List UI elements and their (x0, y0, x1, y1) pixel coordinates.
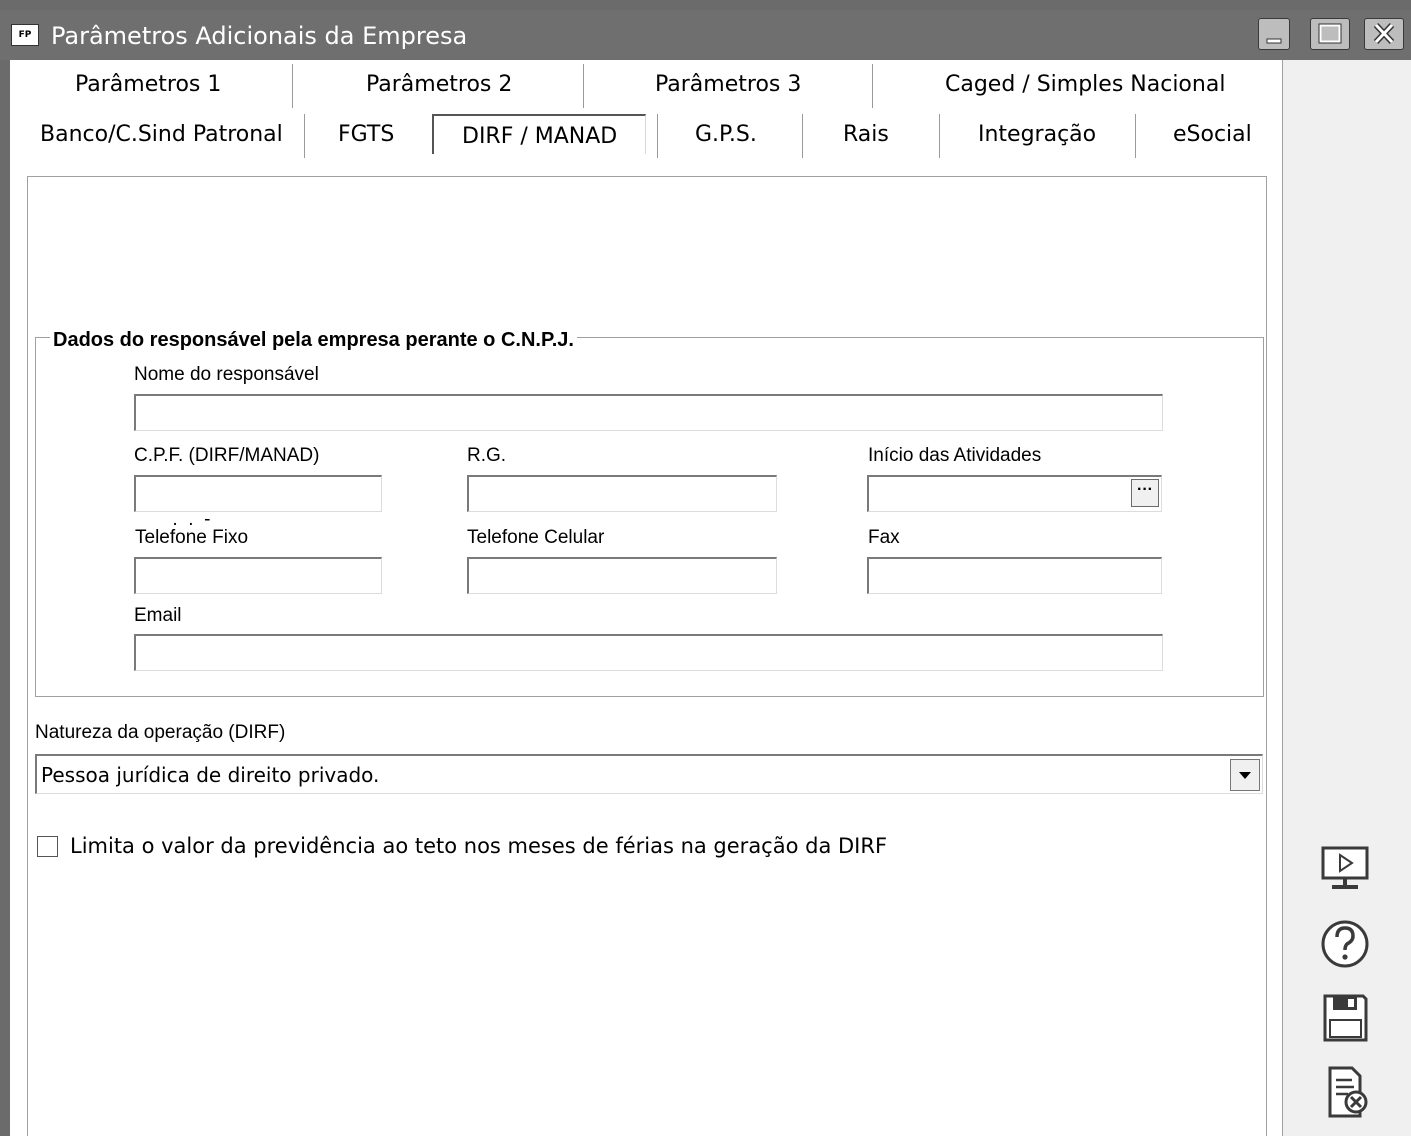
cancel-document-icon[interactable] (1316, 1064, 1374, 1120)
tab-separator (657, 114, 658, 158)
chevron-down-icon (1239, 772, 1251, 779)
minimize-button[interactable] (1258, 18, 1290, 50)
tab-parametros-2[interactable]: Parâmetros 2 (366, 70, 512, 100)
tab-rais[interactable]: Rais (843, 120, 889, 150)
nome-responsavel-input[interactable] (146, 400, 1152, 426)
nome-responsavel-field[interactable] (134, 394, 1163, 431)
side-action-panel (1282, 60, 1411, 1136)
limita-teto-label[interactable]: Limita o valor da previdência ao teto no… (70, 830, 887, 862)
rg-field[interactable] (467, 475, 777, 512)
tab-separator (1135, 114, 1136, 158)
inicio-atividades-field[interactable]: ··· (867, 475, 1162, 512)
natureza-operacao-value: Pessoa jurídica de direito privado. (41, 763, 380, 787)
tab-separator (872, 64, 873, 108)
close-button[interactable] (1364, 18, 1404, 50)
tab-separator (304, 114, 305, 158)
email-label: Email (134, 605, 182, 626)
cpf-field[interactable]: . . - (134, 475, 382, 530)
inicio-atividades-label: Início das Atividades (868, 445, 1042, 466)
fax-field[interactable] (867, 557, 1162, 594)
tab-separator (292, 64, 293, 108)
nome-responsavel-label: Nome do responsável (134, 364, 319, 385)
date-picker-button[interactable]: ··· (1131, 479, 1159, 507)
tab-dirf-manad[interactable]: DIRF / MANAD (462, 122, 617, 152)
dropdown-button[interactable] (1230, 759, 1260, 791)
help-icon[interactable] (1316, 916, 1374, 972)
tab-esocial[interactable]: eSocial (1173, 120, 1252, 150)
close-icon (1373, 22, 1395, 45)
groupbox-title: Dados do responsável pela empresa perant… (50, 328, 577, 352)
tab-parametros-1[interactable]: Parâmetros 1 (75, 70, 221, 100)
cpf-label: C.P.F. (DIRF/MANAD) (134, 445, 320, 466)
tab-separator (583, 64, 584, 108)
tab-banco-sind-patronal[interactable]: Banco/C.Sind Patronal (40, 120, 283, 150)
maximize-icon (1318, 23, 1342, 44)
window-title: Parâmetros Adicionais da Empresa (51, 22, 468, 50)
tab-fgts[interactable]: FGTS (338, 120, 394, 150)
tab-caged-simples[interactable]: Caged / Simples Nacional (945, 70, 1225, 100)
maximize-button[interactable] (1310, 18, 1350, 50)
natureza-operacao-label: Natureza da operação (DIRF) (35, 722, 286, 743)
email-input[interactable] (146, 640, 1152, 666)
limita-teto-checkbox[interactable] (37, 836, 58, 857)
telefone-celular-field[interactable] (467, 557, 777, 594)
save-icon[interactable] (1316, 990, 1374, 1046)
monitor-play-icon[interactable] (1316, 840, 1374, 896)
app-icon: FP (11, 24, 39, 46)
natureza-operacao-select[interactable]: Pessoa jurídica de direito privado. (35, 754, 1263, 794)
telefone-fixo-label: Telefone Fixo (135, 527, 249, 548)
email-field[interactable] (134, 634, 1163, 671)
telefone-fixo-input[interactable] (146, 563, 371, 589)
fax-label: Fax (868, 527, 900, 548)
telefone-celular-input[interactable] (479, 563, 766, 589)
application-window: FP Parâmetros Adicionais da Empresa Parâ… (0, 0, 1411, 1136)
fax-input[interactable] (879, 563, 1151, 589)
rg-input[interactable] (479, 481, 766, 507)
telefone-fixo-field[interactable] (134, 557, 382, 594)
telefone-celular-label: Telefone Celular (467, 527, 605, 548)
tab-separator (802, 114, 803, 158)
minimize-icon (1266, 38, 1282, 44)
tab-parametros-3[interactable]: Parâmetros 3 (655, 70, 801, 100)
tab-gps[interactable]: G.P.S. (695, 120, 757, 150)
rg-label: R.G. (467, 445, 507, 466)
tab-separator (939, 114, 940, 158)
tab-integracao[interactable]: Integração (978, 120, 1096, 150)
